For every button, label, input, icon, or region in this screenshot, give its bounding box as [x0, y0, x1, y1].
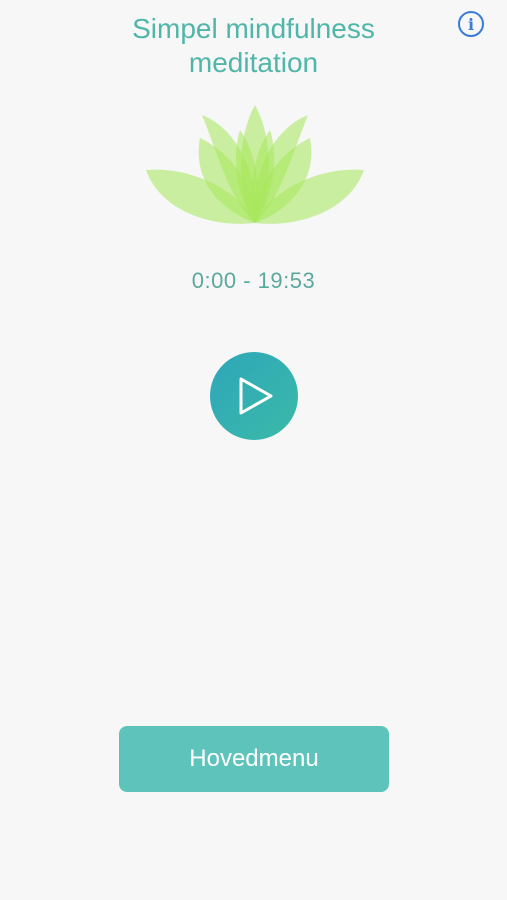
app-title-line1: Simpel mindfulness — [132, 13, 375, 44]
main-menu-label: Hovedmenu — [189, 745, 319, 772]
app-title-line2: meditation — [188, 47, 319, 78]
info-button[interactable]: i — [458, 11, 484, 37]
play-icon — [239, 377, 273, 415]
play-button[interactable] — [210, 352, 298, 440]
app-title: Simpel mindfulness meditation — [60, 12, 447, 80]
lotus-logo — [146, 105, 364, 224]
main-menu-button[interactable]: Hovedmenu — [119, 726, 389, 792]
time-display: 0:00 - 19:53 — [191, 268, 316, 293]
info-icon: i — [467, 14, 475, 34]
